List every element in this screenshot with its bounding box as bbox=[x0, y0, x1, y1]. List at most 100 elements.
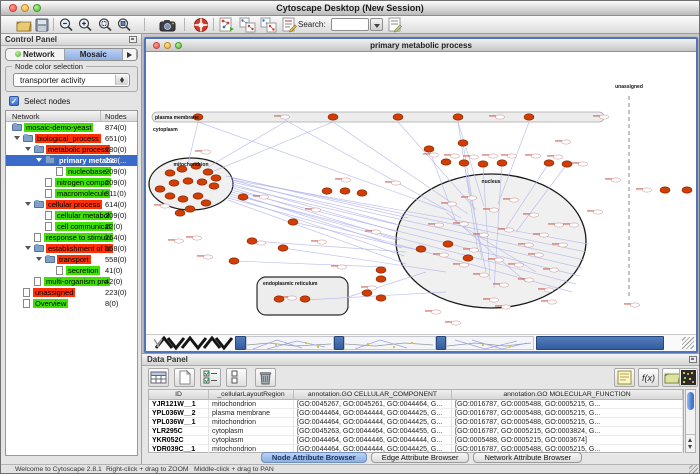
network-node-small[interactable] bbox=[496, 115, 505, 119]
network-node[interactable] bbox=[376, 267, 386, 273]
network-node[interactable] bbox=[416, 246, 426, 252]
network-node[interactable] bbox=[165, 193, 175, 199]
network-node[interactable] bbox=[209, 183, 219, 189]
tree-row[interactable]: macromolecule311(0) bbox=[6, 188, 137, 199]
tree-row[interactable]: metabolic process280(0) bbox=[6, 144, 137, 155]
network-node-small[interactable] bbox=[392, 181, 401, 185]
network-node-small[interactable] bbox=[594, 210, 603, 214]
network-node[interactable] bbox=[178, 196, 188, 202]
expand-triangle-icon[interactable] bbox=[36, 257, 42, 261]
save-icon[interactable] bbox=[34, 17, 50, 33]
expand-triangle-icon[interactable] bbox=[36, 158, 42, 162]
network-node-small[interactable] bbox=[489, 154, 498, 158]
zoom-selected-icon[interactable] bbox=[97, 17, 113, 33]
annotation-icon[interactable] bbox=[281, 17, 297, 33]
tab-mosaic[interactable]: Mosaic bbox=[65, 49, 124, 60]
table-row[interactable]: YLR295Ccytoplasm[GO:0045263, GO:0044464,… bbox=[149, 427, 683, 436]
network-edge[interactable] bbox=[234, 261, 386, 267]
network-node-small[interactable] bbox=[281, 115, 290, 119]
tab-overflow-button[interactable] bbox=[123, 49, 137, 60]
network-node-small[interactable] bbox=[515, 263, 524, 267]
network-node-small[interactable] bbox=[460, 222, 469, 226]
network-node-small[interactable] bbox=[505, 228, 514, 232]
network-node-small[interactable] bbox=[193, 236, 202, 240]
plasma-membrane-region[interactable] bbox=[152, 112, 604, 122]
table-row[interactable]: YKR052Ccytoplasm[GO:0044464, GO:0044446,… bbox=[149, 436, 683, 445]
network-node-small[interactable] bbox=[550, 268, 559, 272]
table-column-header[interactable]: annotation.GO CELLULAR_COMPONENT bbox=[294, 390, 452, 400]
minimized-window-titlebar[interactable] bbox=[536, 336, 664, 350]
network-node-small[interactable] bbox=[368, 286, 377, 290]
network-node[interactable] bbox=[376, 276, 386, 282]
tab-edge-attribute-browser[interactable]: Edge Attribute Browser bbox=[371, 452, 470, 463]
network-tool-icon-2[interactable] bbox=[239, 17, 255, 33]
network-node-small[interactable] bbox=[548, 300, 557, 304]
network-node-small[interactable] bbox=[430, 153, 439, 157]
search-config-icon[interactable] bbox=[387, 17, 403, 33]
tree-row[interactable]: multi-organism pro42(0) bbox=[6, 276, 137, 287]
expand-triangle-icon[interactable] bbox=[25, 202, 31, 206]
network-node-small[interactable] bbox=[490, 208, 499, 212]
search-dropdown-button[interactable] bbox=[370, 18, 383, 31]
network-node[interactable] bbox=[376, 295, 386, 301]
network-node-small[interactable] bbox=[490, 298, 499, 302]
expand-triangle-icon[interactable] bbox=[25, 246, 31, 250]
network-node[interactable] bbox=[197, 179, 207, 185]
network-node-small[interactable] bbox=[480, 273, 489, 277]
network-node-small[interactable] bbox=[562, 140, 571, 144]
node-color-dropdown[interactable]: transporter activity bbox=[13, 73, 130, 87]
network-node[interactable] bbox=[497, 160, 507, 166]
select-nodes-checkbox[interactable]: ✓ bbox=[9, 96, 19, 106]
attribute-table-icon[interactable] bbox=[148, 368, 169, 387]
network-node-small[interactable] bbox=[579, 162, 588, 166]
network-node[interactable] bbox=[211, 175, 221, 181]
network-node-small[interactable] bbox=[257, 241, 266, 245]
select-attributes-icon[interactable] bbox=[200, 368, 221, 387]
network-node[interactable] bbox=[424, 146, 434, 152]
tree-row[interactable]: primary metabo209(... bbox=[6, 155, 137, 166]
help-icon[interactable] bbox=[193, 17, 209, 33]
expand-triangle-icon[interactable] bbox=[14, 136, 20, 140]
network-node-small[interactable] bbox=[495, 258, 504, 262]
table-column-header[interactable]: _cellularLayoutRegion bbox=[209, 390, 294, 400]
network-node-small[interactable] bbox=[338, 265, 347, 269]
window-resize-grip[interactable] bbox=[682, 337, 694, 349]
table-column-header[interactable]: ID bbox=[149, 390, 209, 400]
network-node-small[interactable] bbox=[480, 233, 489, 237]
network-node[interactable] bbox=[169, 180, 179, 186]
minimized-window-preview[interactable] bbox=[246, 336, 334, 350]
network-node-small[interactable] bbox=[600, 115, 609, 119]
network-node[interactable] bbox=[175, 210, 185, 216]
network-node[interactable] bbox=[443, 241, 453, 247]
network-node-small[interactable] bbox=[530, 213, 539, 217]
table-column-header[interactable]: annotation.GO MOLECULAR_FUNCTION bbox=[452, 390, 683, 400]
tree-row[interactable]: response to stimulu264(0) bbox=[6, 232, 137, 243]
window-resize-grip[interactable] bbox=[689, 465, 698, 474]
network-edge[interactable] bbox=[232, 180, 396, 224]
network-node[interactable] bbox=[459, 160, 469, 166]
minimized-window-titlebar[interactable] bbox=[235, 336, 246, 350]
notes-icon[interactable] bbox=[614, 368, 635, 387]
tab-network[interactable]: Network bbox=[6, 49, 65, 60]
network-node[interactable] bbox=[453, 114, 463, 120]
network-node[interactable] bbox=[183, 178, 193, 184]
network-node-small[interactable] bbox=[525, 278, 534, 282]
network-node-small[interactable] bbox=[260, 195, 269, 199]
network-node[interactable] bbox=[238, 194, 248, 200]
zoom-out-icon[interactable] bbox=[58, 17, 74, 33]
minimized-window-preview[interactable] bbox=[446, 336, 534, 350]
network-node-small[interactable] bbox=[540, 233, 549, 237]
float-panel-icon[interactable] bbox=[689, 356, 697, 363]
table-scrollbar[interactable] bbox=[685, 389, 696, 453]
network-node[interactable] bbox=[660, 187, 670, 193]
network-node[interactable] bbox=[441, 159, 451, 165]
tree-row[interactable]: nitrogen compo209(0) bbox=[6, 177, 137, 188]
network-node[interactable] bbox=[288, 219, 298, 225]
network-node[interactable] bbox=[278, 245, 288, 251]
network-node-small[interactable] bbox=[448, 202, 457, 206]
minimized-window-preview[interactable] bbox=[344, 336, 436, 350]
network-node-small[interactable] bbox=[500, 283, 509, 287]
network-node-small[interactable] bbox=[288, 296, 297, 300]
network-node-small[interactable] bbox=[372, 230, 381, 234]
formula-builder-icon[interactable]: f(x) bbox=[638, 368, 659, 387]
